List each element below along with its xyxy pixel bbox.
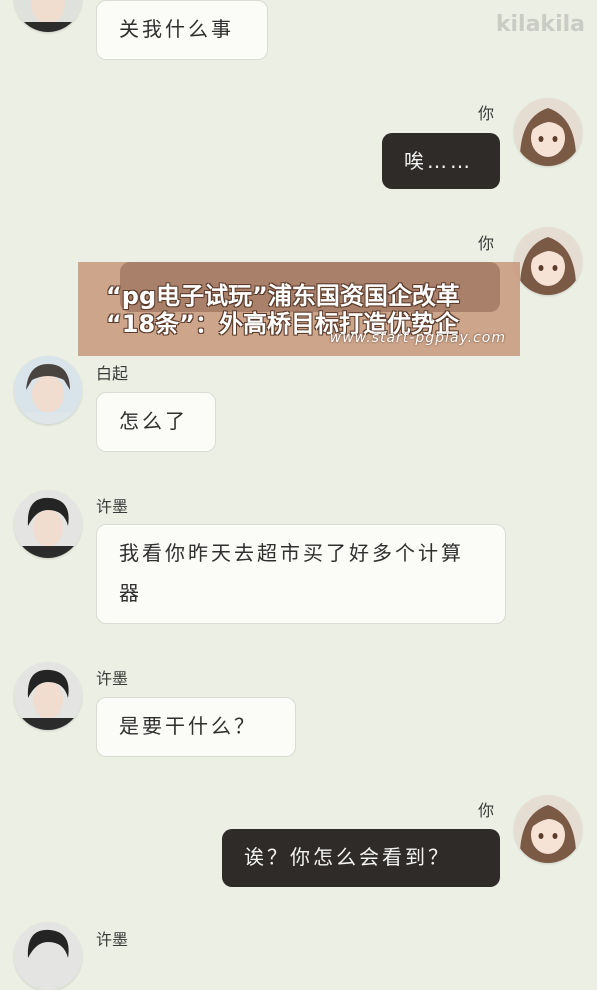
message-bubble: 诶？你怎么会看到？ [222, 829, 500, 887]
girl-avatar-icon [514, 98, 582, 166]
ad-banner[interactable]: “pg电子试玩”浦东国资国企改革 “18条”：外高桥目标打造优势企 www.st… [78, 262, 520, 356]
avatar-user[interactable] [514, 795, 582, 863]
avatar-xumo[interactable] [14, 662, 82, 730]
message-bubble: 是要干什么？ [96, 697, 296, 757]
sender-name: 你 [478, 104, 495, 123]
banner-url[interactable]: www.start-pgplay.com [330, 330, 506, 346]
message-bubble: 唉…… [382, 133, 500, 189]
avatar-user[interactable] [514, 98, 582, 166]
sender-name: 许墨 [96, 930, 129, 949]
message-bubble: 我看你昨天去超市买了好多个计算器 [96, 524, 506, 624]
message-bubble: 关我什么事 [96, 0, 268, 60]
girl-avatar-icon [514, 795, 582, 863]
avatar-xumo[interactable] [14, 490, 82, 558]
avatar-xumo[interactable] [14, 922, 82, 990]
male-avatar-icon [14, 0, 82, 32]
baiqi-avatar-icon [14, 356, 82, 424]
sender-name: 你 [478, 801, 495, 820]
avatar-top-left[interactable] [14, 0, 82, 32]
sender-name: 你 [478, 234, 495, 253]
xumo-avatar-icon [14, 662, 82, 730]
kilakila-watermark: kilakila [495, 12, 585, 37]
message-bubble: 怎么了 [96, 392, 216, 452]
sender-name: 许墨 [96, 497, 129, 516]
xumo-avatar-icon [14, 922, 82, 990]
avatar-baiqi[interactable] [14, 356, 82, 424]
sender-name: 许墨 [96, 669, 129, 688]
girl-avatar-icon [514, 227, 582, 295]
xumo-avatar-icon [14, 490, 82, 558]
sender-name: 白起 [96, 364, 129, 383]
avatar-user[interactable] [514, 227, 582, 295]
